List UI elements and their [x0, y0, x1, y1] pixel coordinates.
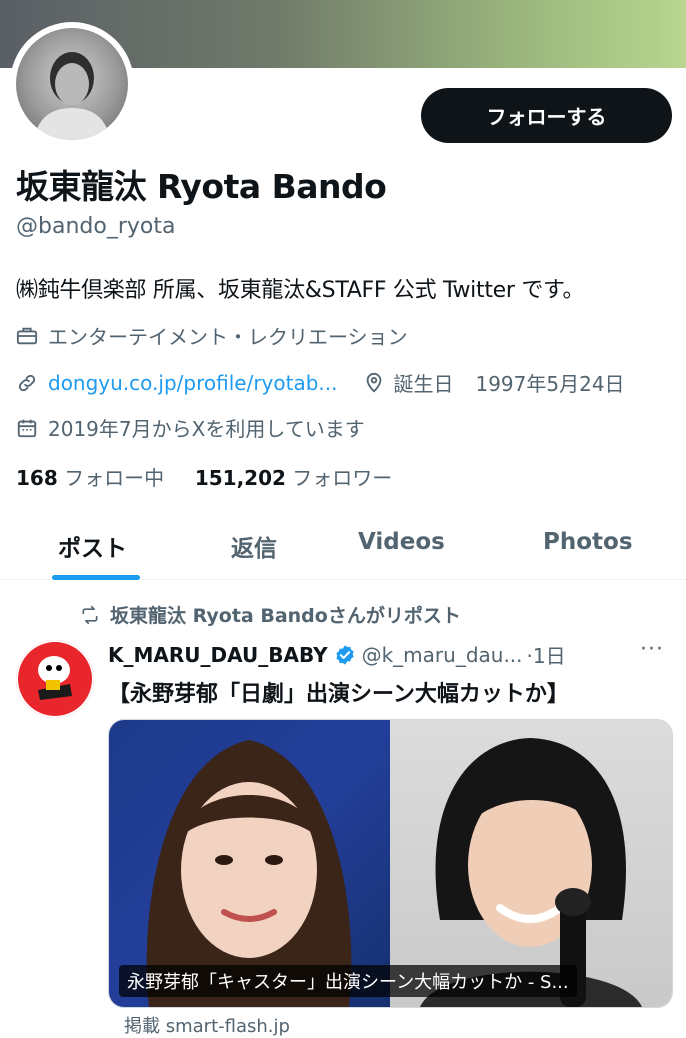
followers-label: フォロワー [292, 466, 393, 490]
website-link[interactable]: dongyu.co.jp/profile/ryotab... [48, 371, 337, 395]
birthday-label: 誕生日 [393, 372, 454, 396]
card-photo-right [390, 720, 672, 1007]
location-pin-icon [367, 372, 382, 393]
post-header: K_MARU_DAU_BABY @k_maru_dau... ·1日 [108, 640, 566, 669]
post-text: 【永野芽郁「日劇」出演シーン大幅カットか】 [108, 682, 569, 707]
post-time[interactable]: ·1日 [527, 640, 566, 669]
repost-context[interactable]: 坂東龍汰 Ryota Bandoさんがリポスト [80, 601, 461, 628]
profile-category: エンターテイメント・レクリエーション [16, 321, 408, 350]
following-count: 168 [16, 466, 58, 490]
post-author-handle[interactable]: @k_maru_dau... [362, 643, 523, 667]
profile-links-row: dongyu.co.jp/profile/ryotab... 誕生日 1997年… [16, 368, 625, 397]
following-label: フォロー中 [64, 466, 165, 490]
follow-button[interactable]: フォローする [421, 88, 672, 143]
joined-text: 2019年7月からXを利用しています [48, 417, 365, 441]
card-photo-left [109, 720, 390, 1007]
profile-avatar[interactable] [16, 28, 128, 140]
link-card[interactable]: 永野芽郁「キャスター」出演シーン大幅カットか - S... [108, 719, 673, 1008]
followers-count: 151,202 [194, 466, 286, 490]
tab-replies[interactable]: 返信 [231, 529, 277, 563]
profile-name: 坂東龍汰 Ryota Bando [16, 167, 387, 206]
tab-photos[interactable]: Photos [543, 529, 633, 555]
profile-joined: 2019年7月からXを利用しています [16, 413, 365, 442]
briefcase-icon [16, 327, 38, 344]
followers-link[interactable]: 151,202 フォロワー [195, 466, 392, 490]
post-author-name[interactable]: K_MARU_DAU_BABY [108, 643, 328, 667]
verified-badge-icon [335, 644, 354, 665]
mascot-avatar-icon [16, 640, 94, 718]
follow-counts: 168 フォロー中 151,202 フォロワー [16, 462, 392, 491]
profile-handle: @bando_ryota [16, 214, 176, 239]
person-photo-right [420, 738, 642, 1007]
more-icon[interactable]: ··· [640, 637, 664, 662]
card-source[interactable]: 掲載 smart-flash.jp [124, 1012, 290, 1038]
profile-tabs: ポスト 返信 Videos Photos [0, 515, 686, 580]
repost-text: 坂東龍汰 Ryota Bandoさんがリポスト [110, 605, 461, 627]
following-link[interactable]: 168 フォロー中 [16, 466, 164, 490]
tab-posts[interactable]: ポスト [58, 529, 127, 563]
profile-bio: ㈱鈍牛倶楽部 所属、坂東龍汰&STAFF 公式 Twitter です。 [16, 278, 585, 303]
card-caption: 永野芽郁「キャスター」出演シーン大幅カットか - S... [119, 965, 577, 997]
post-author-avatar[interactable] [16, 640, 94, 718]
calendar-icon [17, 419, 37, 437]
avatar-silhouette-icon [34, 52, 110, 140]
person-photo-left [146, 740, 352, 1007]
repost-icon [82, 605, 98, 624]
category-text: エンターテイメント・レクリエーション [48, 325, 408, 349]
active-tab-indicator [52, 575, 140, 580]
birthday-value: 1997年5月24日 [475, 372, 625, 396]
tab-videos[interactable]: Videos [358, 529, 445, 555]
link-icon [18, 374, 36, 391]
